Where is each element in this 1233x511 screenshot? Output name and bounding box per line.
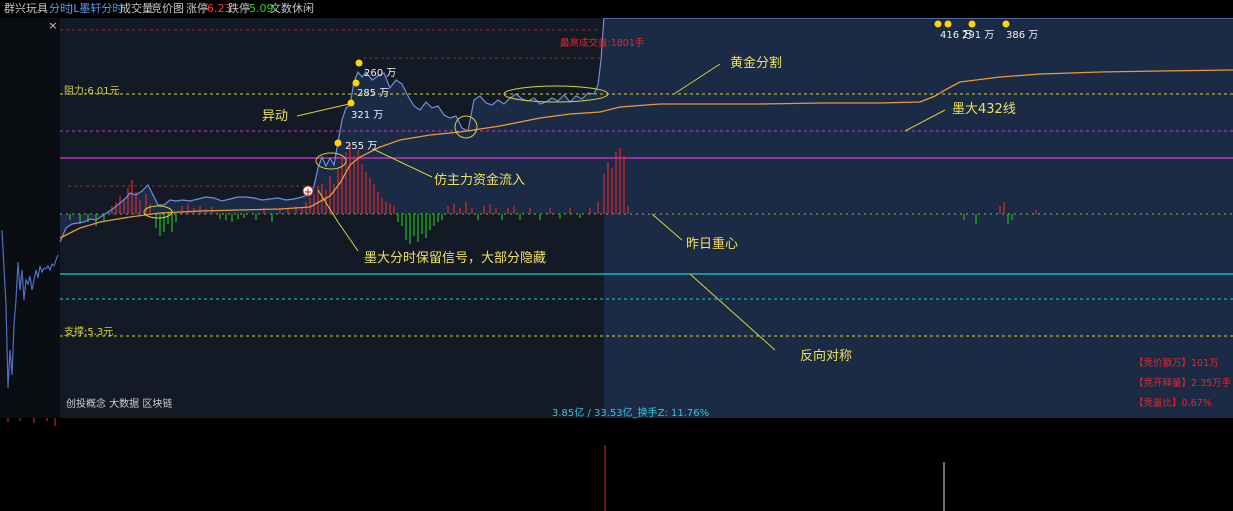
support-label: 支撑:5.3元: [64, 325, 113, 338]
limit-down-label: 跌停: [228, 2, 250, 15]
annotation-yidong: 异动: [262, 109, 288, 124]
annotation-mo432: 墨大432线: [952, 102, 1016, 117]
font-label: 文数休闲: [270, 2, 314, 15]
intraday-chart: + 阻力:6.01元 支撑:5.3元 异动 仿主力资金流入 墨大分时保留信号，大…: [0, 17, 1233, 511]
close-icon[interactable]: ×: [48, 19, 57, 32]
volume-panel: [0, 418, 1233, 511]
signal-icon-glyph: +: [304, 187, 312, 198]
max-volume-label: 最高成交量:1801手: [560, 37, 645, 49]
annotation-zhongxin: 昨日重心: [686, 236, 738, 252]
annotation-huangjin: 黄金分割: [730, 55, 782, 71]
resistance-label: 阻力:6.01元: [64, 84, 120, 97]
auction-volume: 【竞开释量】2.35万手: [1134, 377, 1232, 389]
annotation-signal: 墨大分时保留信号，大部分隐藏: [364, 251, 546, 266]
stock-name: 群兴玩具: [4, 2, 48, 15]
tab-custom[interactable]: JL墨轩分时: [70, 0, 123, 18]
top-toolbar: 群兴玩具 分时 JL墨轩分时 成交量 竞价图 涨停 6.23 跌停 5.09 文…: [0, 0, 1233, 18]
volume-tag: 285 万: [357, 88, 389, 99]
turnover-label: 3.85亿 / 33.53亿_换手Z: 11.76%: [552, 406, 709, 419]
annotation-fanxiang: 反向对称: [800, 348, 852, 364]
volume-tag: 321 万: [351, 110, 383, 121]
auction-button[interactable]: 竞价图: [151, 0, 184, 18]
volume-tag: 291 万: [962, 30, 994, 41]
annotation-zhuli: 仿主力资金流入: [434, 172, 525, 188]
concepts-label: 创投概念 大数据 区块链: [66, 397, 172, 410]
auction-amount: 【竞价额万】101万: [1134, 357, 1219, 369]
limit-up-label: 涨停: [186, 2, 208, 15]
auction-ratio: 【竞量比】0.67%: [1134, 397, 1212, 409]
volume-tag: 255 万: [345, 141, 377, 152]
volume-button[interactable]: 成交量: [120, 0, 153, 18]
volume-tag: 260 万: [364, 68, 396, 79]
tab-intraday[interactable]: 分时: [49, 0, 71, 18]
volume-tag: 386 万: [1006, 30, 1038, 41]
